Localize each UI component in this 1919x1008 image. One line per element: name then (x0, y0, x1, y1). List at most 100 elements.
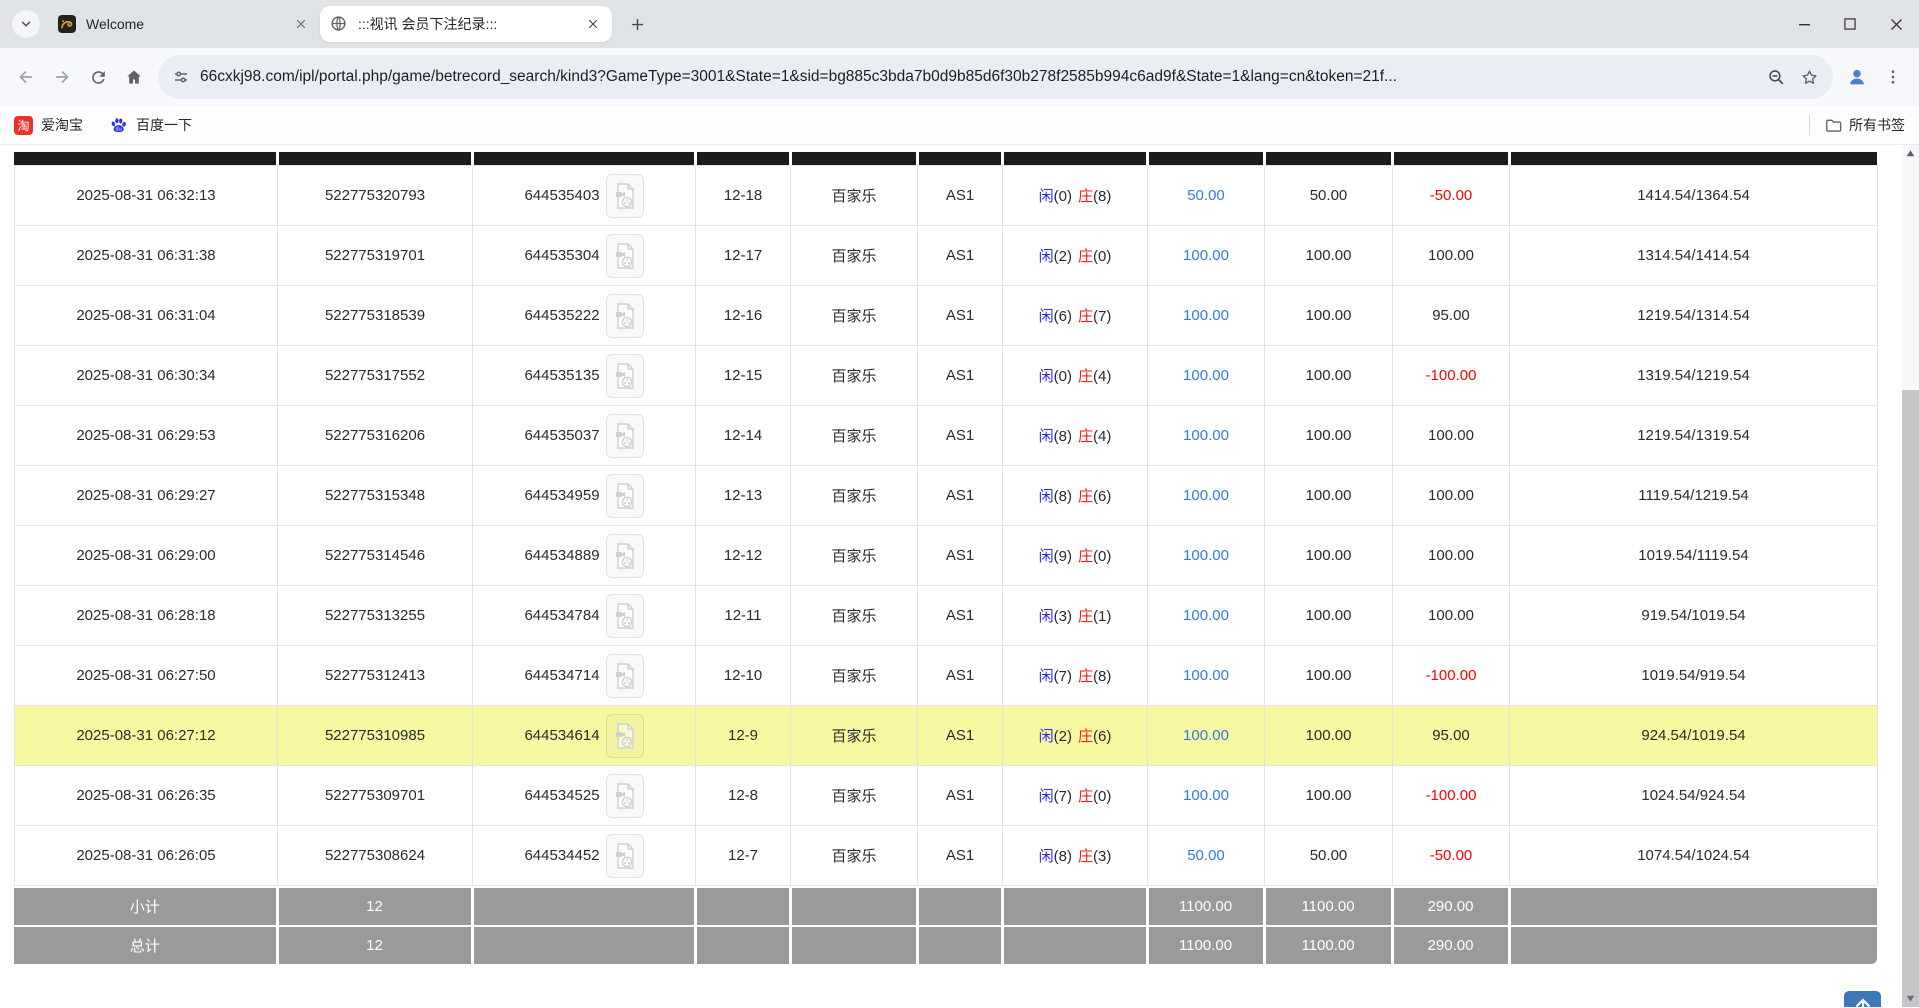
video-replay-button[interactable] (606, 774, 644, 818)
close-window-button[interactable] (1873, 0, 1919, 48)
video-replay-button[interactable] (606, 174, 644, 218)
bet-amount-link[interactable]: 50.00 (1187, 847, 1225, 864)
menu-dots-icon[interactable] (1875, 59, 1911, 95)
cell-game-no: 644534889 (473, 526, 696, 586)
video-replay-button[interactable] (606, 714, 644, 758)
back-to-top-button[interactable] (1844, 991, 1881, 1007)
banker-bet-label: 庄 (1078, 428, 1093, 445)
cell-bet-amount: 100.00 (1148, 286, 1265, 346)
bet-amount-link[interactable]: 50.00 (1187, 187, 1225, 204)
zoom-out-indicator-icon[interactable] (1767, 68, 1786, 87)
cell-order-no: 522775314546 (278, 526, 473, 586)
table-row: 2025-08-31 06:29:00 522775314546 6445348… (15, 526, 1878, 586)
bet-amount-link[interactable]: 100.00 (1183, 547, 1229, 564)
forward-button[interactable] (44, 59, 80, 95)
player-bet-label: 闲 (1039, 248, 1054, 265)
video-replay-button[interactable] (606, 354, 644, 398)
cell-order-no: 522775320793 (278, 166, 473, 226)
cell-round: 12-14 (696, 406, 791, 466)
tab-close-icon[interactable] (584, 15, 602, 33)
video-replay-button[interactable] (606, 294, 644, 338)
vertical-scrollbar[interactable] (1902, 145, 1919, 1007)
address-bar[interactable]: 66cxkj98.com/ipl/portal.php/game/betreco… (158, 55, 1833, 99)
cell-bet-amount: 100.00 (1148, 526, 1265, 586)
cell-balance: 1314.54/1414.54 (1510, 226, 1878, 286)
cell-bet-content: 闲(0)庄(8) (1003, 166, 1148, 226)
tab-bet-record[interactable]: :::视讯 会员下注纪录::: (320, 6, 612, 42)
all-bookmarks[interactable]: 所有书签 (1809, 115, 1905, 135)
summary-label: 总计 (14, 926, 277, 964)
summary-row: 小计 12 1100.00 1100.00 290.00 (14, 888, 1877, 926)
bet-table-footer-body: 小计 12 1100.00 1100.00 290.00 总计 12 1100.… (14, 888, 1877, 964)
cell-bet-amount: 100.00 (1148, 646, 1265, 706)
profile-avatar[interactable] (1839, 59, 1875, 95)
player-bet-label: 闲 (1039, 308, 1054, 325)
cell-bet-content: 闲(7)庄(0) (1003, 766, 1148, 826)
cell-bet-amount: 100.00 (1148, 766, 1265, 826)
reload-button[interactable] (80, 59, 116, 95)
tab-search-chevron-icon[interactable] (12, 10, 40, 38)
window-controls (1781, 0, 1919, 48)
cell-bet-content: 闲(2)庄(0) (1003, 226, 1148, 286)
bet-amount-link[interactable]: 100.00 (1183, 667, 1229, 684)
summary-bet-total: 1100.00 (1147, 926, 1264, 964)
cell-bet-amount: 50.00 (1148, 166, 1265, 226)
video-replay-button[interactable] (606, 654, 644, 698)
video-replay-button[interactable] (606, 534, 644, 578)
cell-bet-time: 2025-08-31 06:29:00 (15, 526, 278, 586)
cell-order-no: 522775318539 (278, 286, 473, 346)
cell-win-loss: 95.00 (1393, 706, 1510, 766)
bet-amount-link[interactable]: 100.00 (1183, 367, 1229, 384)
video-replay-button[interactable] (606, 474, 644, 518)
table-row: 2025-08-31 06:26:35 522775309701 6445345… (15, 766, 1878, 826)
bet-amount-link[interactable]: 100.00 (1183, 307, 1229, 324)
scroll-down-icon[interactable] (1902, 990, 1919, 1007)
cell-valid-amount: 50.00 (1265, 166, 1393, 226)
new-tab-button[interactable] (622, 9, 652, 39)
maximize-button[interactable] (1827, 0, 1873, 48)
bet-amount-link[interactable]: 100.00 (1183, 787, 1229, 804)
player-bet-label: 闲 (1039, 428, 1054, 445)
browser-toolbar: 66cxkj98.com/ipl/portal.php/game/betreco… (0, 48, 1919, 106)
cell-valid-amount: 100.00 (1265, 766, 1393, 826)
player-bet-label: 闲 (1039, 728, 1054, 745)
cell-bet-amount: 100.00 (1148, 586, 1265, 646)
cell-valid-amount: 100.00 (1265, 346, 1393, 406)
bookmark-baidu[interactable]: du 百度一下 (109, 115, 192, 135)
video-replay-button[interactable] (606, 834, 644, 878)
summary-count: 12 (277, 888, 472, 926)
scrollbar-thumb[interactable] (1902, 390, 1919, 1007)
bookmarks-bar: 淘 爱淘宝 du 百度一下 所有书签 (0, 106, 1919, 145)
bookmark-star-icon[interactable] (1800, 68, 1819, 87)
cell-bet-content: 闲(9)庄(0) (1003, 526, 1148, 586)
cell-win-loss: -100.00 (1393, 346, 1510, 406)
cell-table-name: AS1 (918, 166, 1003, 226)
table-row: 2025-08-31 06:27:12 522775310985 6445346… (15, 706, 1878, 766)
bet-amount-link[interactable]: 100.00 (1183, 427, 1229, 444)
video-replay-button[interactable] (606, 594, 644, 638)
cell-valid-amount: 100.00 (1265, 586, 1393, 646)
tab-close-icon[interactable] (292, 15, 310, 33)
banker-bet-label: 庄 (1078, 848, 1093, 865)
cell-order-no: 522775312413 (278, 646, 473, 706)
cell-win-loss: -50.00 (1393, 826, 1510, 886)
video-replay-button[interactable] (606, 234, 644, 278)
bet-amount-link[interactable]: 100.00 (1183, 487, 1229, 504)
cell-table-name: AS1 (918, 346, 1003, 406)
cell-game-no: 644535037 (473, 406, 696, 466)
tab-welcome[interactable]: Welcome (48, 6, 320, 42)
scroll-up-icon[interactable] (1902, 145, 1919, 162)
home-button[interactable] (116, 59, 152, 95)
bet-amount-link[interactable]: 100.00 (1183, 607, 1229, 624)
banker-bet-label: 庄 (1078, 488, 1093, 505)
bookmark-taobao[interactable]: 淘 爱淘宝 (14, 115, 83, 135)
minimize-button[interactable] (1781, 0, 1827, 48)
video-replay-button[interactable] (606, 414, 644, 458)
site-settings-icon[interactable] (172, 68, 190, 86)
bet-amount-link[interactable]: 100.00 (1183, 247, 1229, 264)
cell-win-loss: 100.00 (1393, 406, 1510, 466)
cell-bet-amount: 100.00 (1148, 346, 1265, 406)
bet-amount-link[interactable]: 100.00 (1183, 727, 1229, 744)
player-bet-label: 闲 (1039, 608, 1054, 625)
back-button[interactable] (8, 59, 44, 95)
